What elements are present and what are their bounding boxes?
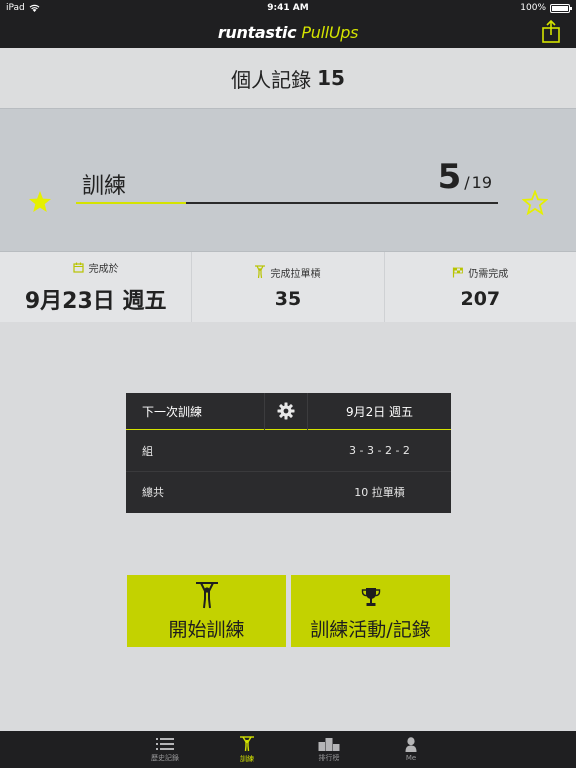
level-counter: 5 / 19	[438, 157, 492, 197]
tab-leaderboard[interactable]: 排行榜	[288, 731, 370, 768]
stat-value: 207	[460, 287, 501, 310]
filled-star-icon	[29, 191, 51, 212]
next-workout-date: 9月2日 週五	[345, 404, 414, 419]
tab-bar: 歷史記錄 訓練 排行榜 Me	[0, 731, 576, 768]
brand-accent: PullUps	[301, 22, 359, 42]
tab-label: 歷史記錄	[151, 753, 179, 762]
level-progress-fill	[76, 202, 186, 204]
record-label: 個人記錄	[231, 67, 312, 92]
row-label: 組	[142, 444, 153, 458]
stat-title: 完成於	[88, 263, 119, 275]
tab-training[interactable]: 訓練	[206, 731, 288, 768]
stat-title: 完成拉單槓	[270, 268, 321, 280]
next-workout-title: 下一次訓練	[142, 404, 203, 419]
nav-bar: runtastic PullUps	[0, 16, 576, 48]
next-workout-header: 下一次訓練 9月2日 週五	[126, 392, 451, 430]
clock: 9:41 AM	[267, 3, 309, 13]
stat-remaining: 仍需完成 207	[383, 252, 576, 322]
stat-pullups-done: 完成拉單槓 35	[191, 252, 383, 322]
person-icon	[405, 737, 417, 752]
record-value: 15	[317, 66, 345, 90]
level-separator: /	[464, 173, 470, 192]
training-label: 訓練	[82, 174, 127, 199]
stat-value: 35	[274, 287, 302, 310]
level-total: 19	[471, 173, 492, 192]
wifi-icon	[29, 4, 40, 12]
pullup-figure-icon	[240, 735, 254, 751]
app-logo: runtastic PullUps	[217, 22, 359, 42]
pullup-figure-icon	[195, 582, 218, 609]
pullup-figure-icon	[255, 265, 266, 279]
battery-percent: 100%	[520, 3, 546, 13]
tab-label: 訓練	[240, 754, 254, 763]
settings-button[interactable]	[264, 392, 308, 430]
outline-star-icon	[522, 190, 548, 216]
stat-value: 9月23日 週五	[24, 288, 167, 314]
start-training-button[interactable]: 開始訓練	[127, 575, 286, 647]
row-value: 3 - 3 - 2 - 2	[349, 444, 410, 457]
battery-icon	[550, 3, 572, 13]
tab-label: 排行榜	[318, 753, 340, 762]
trophy-icon	[361, 588, 380, 606]
list-icon	[156, 737, 174, 750]
workout-row-sets: 組 3 - 3 - 2 - 2	[126, 430, 451, 471]
button-label: 訓練活動/記錄	[310, 619, 431, 641]
share-icon[interactable]	[540, 20, 562, 44]
tab-label: Me	[405, 754, 417, 762]
workout-row-total: 總共 10 拉單槓	[126, 471, 451, 512]
level-current: 5	[437, 157, 462, 197]
gear-icon	[277, 402, 295, 420]
activity-log-button[interactable]: 訓練活動/記錄	[291, 575, 450, 647]
row-label: 總共	[142, 486, 164, 499]
personal-record: 個人記錄 15	[0, 48, 576, 108]
podium-icon	[318, 737, 340, 751]
calendar-icon	[73, 262, 84, 273]
level-progress-bar	[76, 202, 498, 204]
stats-row: 完成於 9月23日 週五 完成拉單槓 35 仍需完成 207	[0, 252, 576, 322]
status-bar: iPad 9:41 AM 100%	[0, 0, 576, 16]
device-label: iPad	[6, 3, 25, 13]
row-value: 10 拉單槓	[354, 486, 405, 499]
flag-icon	[453, 267, 464, 277]
button-label: 開始訓練	[168, 619, 245, 641]
tab-history[interactable]: 歷史記錄	[124, 731, 206, 768]
tab-me[interactable]: Me	[370, 731, 452, 768]
stat-title: 仍需完成	[468, 268, 509, 280]
stat-completed-on: 完成於 9月23日 週五	[0, 252, 191, 322]
next-workout-card: 下一次訓練 9月2日 週五 組 3 - 3 - 2 - 2 總共 10 拉單槓	[126, 392, 451, 513]
brand-name: runtastic	[217, 22, 297, 42]
